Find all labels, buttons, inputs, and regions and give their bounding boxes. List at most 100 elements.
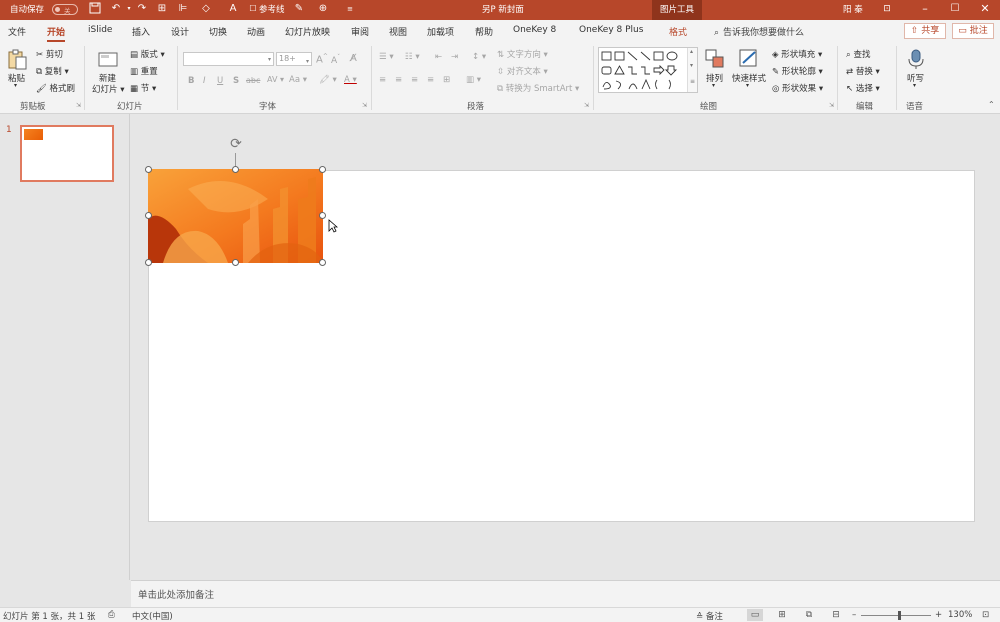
resize-handle-ne[interactable] <box>319 166 326 173</box>
cut-button[interactable]: ✂ 剪切 <box>36 48 63 60</box>
find-button[interactable]: ⌕ 查找 <box>846 48 870 60</box>
ref-line-checkbox[interactable]: ☐ <box>246 2 260 16</box>
font-name-input[interactable]: ▾ <box>183 52 274 66</box>
slide-thumbnail[interactable] <box>20 125 114 182</box>
gallery-down-icon[interactable]: ▾ <box>690 62 693 69</box>
tab-islide[interactable]: iSlide <box>88 25 112 35</box>
tab-home[interactable]: 开始 <box>47 25 66 42</box>
slide-sorter-button[interactable]: ⊞ <box>774 609 790 621</box>
shrink-font-icon[interactable]: Aˇ <box>331 54 340 66</box>
font-color-icon[interactable]: A ▾ <box>344 75 357 85</box>
strikethrough-icon[interactable]: abc <box>246 76 260 85</box>
save-icon[interactable] <box>88 2 102 16</box>
bullets-icon[interactable]: ☰ ▾ <box>379 52 394 62</box>
underline-icon[interactable]: U <box>217 76 223 86</box>
columns-icon[interactable]: ▥ ▾ <box>466 75 481 85</box>
collapse-ribbon-icon[interactable]: ⌃ <box>988 100 995 109</box>
rotate-handle-icon[interactable]: ⟳ <box>228 137 244 153</box>
new-slide-icon[interactable] <box>97 48 119 70</box>
quick-styles-dropdown-icon[interactable]: ▾ <box>746 82 749 89</box>
paste-dropdown-icon[interactable]: ▾ <box>14 82 17 89</box>
layout-button[interactable]: ▤ 版式 ▾ <box>130 48 165 60</box>
arrange-icon[interactable] <box>704 48 726 70</box>
normal-view-button[interactable]: ▭ <box>747 609 763 621</box>
font-size-input[interactable]: 18+ ▾ <box>276 52 312 66</box>
minimize-button[interactable]: – <box>910 0 940 20</box>
comments-button[interactable]: ▭ 批注 <box>952 23 994 39</box>
zoom-out-icon[interactable]: – <box>852 610 856 620</box>
tab-insert[interactable]: 插入 <box>132 25 150 38</box>
tab-animations[interactable]: 动画 <box>247 25 265 38</box>
tab-onekey8-plus[interactable]: OneKey 8 Plus <box>579 25 643 35</box>
bold-icon[interactable]: B <box>188 76 194 86</box>
text-box-icon[interactable]: A <box>226 2 240 16</box>
resize-handle-se[interactable] <box>319 259 326 266</box>
autosave-toggle[interactable]: 关 <box>52 4 78 15</box>
align-center-icon[interactable]: ≡ <box>395 75 402 85</box>
tab-transitions[interactable]: 切换 <box>209 25 227 38</box>
align-text-button[interactable]: ⇳ 对齐文本 ▾ <box>497 65 548 77</box>
smartart-button[interactable]: ⧉ 转换为 SmartArt ▾ <box>497 82 579 94</box>
clear-format-icon[interactable]: A̸ <box>350 53 357 64</box>
drawing-launcher-icon[interactable]: ⇲ <box>829 102 834 109</box>
dictate-dropdown-icon[interactable]: ▾ <box>913 82 916 89</box>
numbering-icon[interactable]: ☷ ▾ <box>405 52 420 62</box>
gallery-more-icon[interactable]: ≡ <box>690 78 695 85</box>
paste-icon[interactable] <box>6 48 28 70</box>
reset-button[interactable]: ▥ 重置 <box>130 65 158 77</box>
shape-outline-button[interactable]: ✎ 形状轮廓 ▾ <box>772 65 823 77</box>
resize-handle-e[interactable] <box>319 212 326 219</box>
tell-me-box[interactable]: ⌕ 告诉我你想要做什么 <box>714 25 804 38</box>
format-painter-button[interactable]: 🖌 格式刷 <box>36 82 75 94</box>
tab-view[interactable]: 视图 <box>389 25 407 38</box>
resize-handle-sw[interactable] <box>145 259 152 266</box>
user-name[interactable]: 阳 秦 <box>843 3 863 15</box>
resize-handle-n[interactable] <box>232 166 239 173</box>
zoom-slider-track[interactable] <box>861 615 931 616</box>
tab-help[interactable]: 帮助 <box>475 25 493 38</box>
char-spacing-icon[interactable]: AV ▾ <box>267 75 284 84</box>
microphone-icon[interactable] <box>905 48 927 70</box>
ribbon-display-icon[interactable]: ⊡ <box>872 0 902 20</box>
gallery-scrollbar[interactable]: ▴ ▾ ≡ <box>687 48 697 92</box>
align-right-icon[interactable]: ≡ <box>411 75 418 85</box>
clipboard-launcher-icon[interactable]: ⇲ <box>76 102 81 109</box>
arrange-dropdown-icon[interactable]: ▾ <box>712 82 715 89</box>
close-button[interactable]: ✕ <box>970 0 1000 20</box>
align-icon[interactable]: ⊫ <box>176 2 190 16</box>
shadow-s-icon[interactable]: S <box>233 76 239 86</box>
grow-font-icon[interactable]: A^ <box>316 53 328 65</box>
resize-handle-w[interactable] <box>145 212 152 219</box>
shape-fill-button[interactable]: ◈ 形状填充 ▾ <box>772 48 822 60</box>
maximize-button[interactable]: ☐ <box>940 0 970 20</box>
resize-handle-nw[interactable] <box>145 166 152 173</box>
replace-button[interactable]: ⇄ 替换 ▾ <box>846 65 880 77</box>
notes-pane[interactable]: 单击此处添加备注 <box>131 580 1000 607</box>
font-launcher-icon[interactable]: ⇲ <box>362 102 367 109</box>
tab-review[interactable]: 审阅 <box>351 25 369 38</box>
share-button[interactable]: ⇧ 共享 <box>904 23 946 39</box>
align-left-icon[interactable]: ≡ <box>379 75 386 85</box>
copy-button[interactable]: ⧉ 复制 ▾ <box>36 65 69 77</box>
tab-format[interactable]: 格式 <box>669 25 687 38</box>
select-button[interactable]: ↖ 选择 ▾ <box>846 82 880 94</box>
zoom-slider-thumb[interactable] <box>898 611 901 620</box>
quick-styles-icon[interactable] <box>738 48 760 70</box>
decrease-indent-icon[interactable]: ⇤ <box>435 52 442 62</box>
tab-slideshow[interactable]: 幻灯片放映 <box>285 25 330 38</box>
text-direction-button[interactable]: ⇅ 文字方向 ▾ <box>497 48 548 60</box>
italic-icon[interactable]: I <box>203 76 206 86</box>
justify-icon[interactable]: ≡ <box>427 75 434 85</box>
selected-picture[interactable] <box>148 169 323 263</box>
presenter-icon[interactable]: ⊞ <box>155 2 169 16</box>
paragraph-launcher-icon[interactable]: ⇲ <box>584 102 589 109</box>
line-spacing-icon[interactable]: ↕ ▾ <box>472 52 486 62</box>
font-dropdown-icon[interactable]: ▾ <box>268 56 271 63</box>
tab-design[interactable]: 设计 <box>171 25 189 38</box>
change-case-icon[interactable]: Aa ▾ <box>289 75 307 85</box>
format-icon[interactable]: ⊕ <box>316 2 330 16</box>
resize-handle-s[interactable] <box>232 259 239 266</box>
zoom-level[interactable]: 130% <box>948 610 972 620</box>
fit-to-window-icon[interactable]: ⊡ <box>982 610 989 620</box>
customize-qat-icon[interactable]: ≡ <box>343 2 357 16</box>
